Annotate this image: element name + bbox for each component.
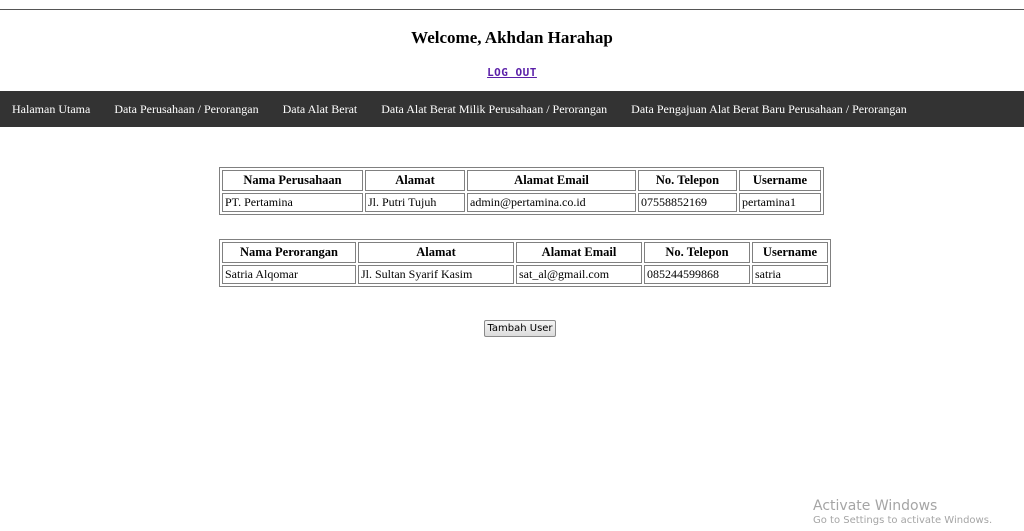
table-cell: satria	[752, 265, 828, 284]
column-header: Alamat Email	[467, 170, 636, 191]
table-cell: 085244599868	[644, 265, 750, 284]
column-header: Alamat Email	[516, 242, 642, 263]
table-cell: sat_al@gmail.com	[516, 265, 642, 284]
watermark-title: Activate Windows	[813, 498, 938, 514]
top-divider	[0, 9, 1024, 10]
company-table: Nama Perusahaan Alamat Alamat Email No. …	[219, 167, 824, 215]
column-header: Alamat	[358, 242, 514, 263]
add-user-button[interactable]: Tambah User	[484, 320, 556, 337]
table-cell: pertamina1	[739, 193, 821, 212]
logout-container: LOG OUT	[0, 63, 1024, 81]
column-header: Alamat	[365, 170, 465, 191]
table-header-row: Nama Perusahaan Alamat Alamat Email No. …	[222, 170, 821, 191]
table-cell: admin@pertamina.co.id	[467, 193, 636, 212]
person-table: Nama Perorangan Alamat Alamat Email No. …	[219, 239, 831, 287]
nav-item-pengajuan-alat-berat[interactable]: Data Pengajuan Alat Berat Baru Perusahaa…	[619, 102, 919, 117]
column-header: Nama Perorangan	[222, 242, 356, 263]
table-cell: PT. Pertamina	[222, 193, 363, 212]
table-cell: 07558852169	[638, 193, 737, 212]
watermark-subtitle: Go to Settings to activate Windows.	[813, 515, 993, 526]
logout-link[interactable]: LOG OUT	[487, 66, 537, 79]
table-row: Satria Alqomar Jl. Sultan Syarif Kasim s…	[222, 265, 828, 284]
table-row: PT. Pertamina Jl. Putri Tujuh admin@pert…	[222, 193, 821, 212]
nav-item-halaman-utama[interactable]: Halaman Utama	[0, 102, 102, 117]
column-header: No. Telepon	[644, 242, 750, 263]
table-cell: Satria Alqomar	[222, 265, 356, 284]
activate-windows-watermark: Activate Windows Go to Settings to activ…	[813, 498, 992, 528]
welcome-heading: Welcome, Akhdan Harahap	[411, 28, 613, 47]
table-cell: Jl. Sultan Syarif Kasim	[358, 265, 514, 284]
table-cell: Jl. Putri Tujuh	[365, 193, 465, 212]
column-header: Nama Perusahaan	[222, 170, 363, 191]
column-header: Username	[752, 242, 828, 263]
column-header: No. Telepon	[638, 170, 737, 191]
nav-item-alat-berat-milik[interactable]: Data Alat Berat Milik Perusahaan / Peror…	[369, 102, 619, 117]
table-header-row: Nama Perorangan Alamat Alamat Email No. …	[222, 242, 828, 263]
column-header: Username	[739, 170, 821, 191]
nav-item-data-perusahaan[interactable]: Data Perusahaan / Perorangan	[102, 102, 270, 117]
main-navbar: Halaman Utama Data Perusahaan / Perorang…	[0, 91, 1024, 127]
nav-item-data-alat-berat[interactable]: Data Alat Berat	[271, 102, 370, 117]
